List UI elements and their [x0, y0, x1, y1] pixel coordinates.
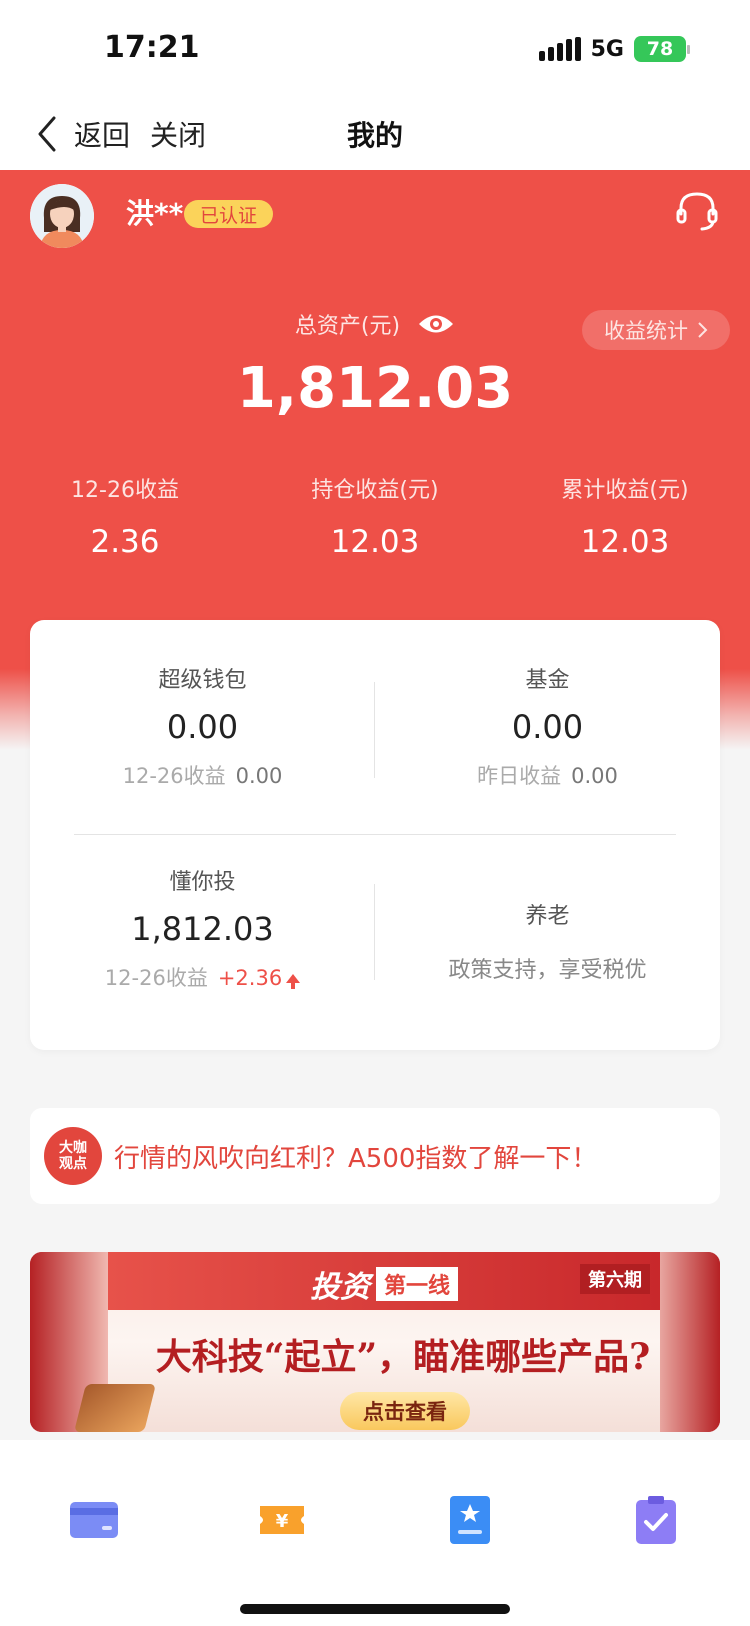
- cell-value: 1,812.03: [131, 910, 274, 948]
- cell-title: 超级钱包: [158, 668, 247, 693]
- cell-title: 懂你投: [169, 870, 236, 895]
- banner-issue: 第六期: [580, 1264, 650, 1294]
- news-bar[interactable]: 大咖 观点 行情的风吹向红利？A500指数了解一下！: [30, 1108, 720, 1204]
- clipboard-check-icon[interactable]: [626, 1490, 686, 1550]
- badge-line: 观点: [59, 1156, 87, 1172]
- verified-badge: 已认证: [184, 200, 274, 228]
- cell-value: 0.00: [511, 708, 584, 746]
- cell-sub-value: 0.00: [571, 764, 618, 788]
- earnings-summary: 12-26收益 2.36 持仓收益(元) 12.03 累计收益(元) 12.03: [0, 472, 750, 560]
- battery-icon: 78: [634, 36, 690, 62]
- pension-cell[interactable]: 养老 政策支持，享受税优: [375, 898, 720, 984]
- coupon-icon[interactable]: ¥: [252, 1490, 312, 1550]
- battery-level: 78: [646, 38, 674, 60]
- summary-label: 持仓收益(元): [311, 478, 439, 503]
- nav-bar: 返回 关闭 我的: [0, 96, 750, 170]
- home-indicator: [240, 1604, 510, 1614]
- summary-value: 2.36: [90, 524, 160, 560]
- avatar[interactable]: [30, 184, 94, 248]
- income-stats-label: 收益统计: [604, 319, 688, 343]
- summary-label: 累计收益(元): [561, 478, 689, 503]
- banner-cta-button[interactable]: 点击查看: [340, 1392, 470, 1430]
- cell-sub-label: 12-26收益: [104, 966, 208, 990]
- pension-desc: 政策支持，享受税优: [448, 958, 647, 983]
- page-title: 我的: [346, 119, 403, 152]
- network-type: 5G: [590, 36, 624, 62]
- banner-brand: 投资: [309, 1270, 370, 1305]
- summary-value: 12.03: [580, 524, 670, 560]
- status-time: 17:21: [104, 30, 200, 65]
- summary-cumulative-earnings[interactable]: 累计收益(元) 12.03: [500, 472, 750, 560]
- signal-icon: [538, 37, 581, 61]
- summary-value: 12.03: [330, 524, 420, 560]
- status-indicators: 5G 78: [538, 36, 690, 62]
- cell-value: 0.00: [166, 708, 239, 746]
- divider: [74, 834, 676, 835]
- shortcut-area: ¥: [0, 1440, 750, 1626]
- cell-sub: 12-26收益 0.00: [30, 760, 375, 790]
- promo-banner[interactable]: 投资 第一线 第六期 大科技“起立”，瞄准哪些产品? 点击查看: [30, 1252, 720, 1432]
- profile-certificate-icon[interactable]: [440, 1490, 500, 1550]
- cell-sub-label: 昨日收益: [477, 764, 562, 788]
- dongnitou-cell[interactable]: 懂你投 1,812.03 12-26收益 +2.36: [30, 864, 375, 992]
- headset-icon[interactable]: [674, 188, 720, 234]
- cell-title: 养老: [525, 904, 570, 929]
- cell-sub-value: +2.36: [217, 966, 283, 990]
- cell-sub: 12-26收益 +2.36: [30, 962, 375, 992]
- super-wallet-cell[interactable]: 超级钱包 0.00 12-26收益 0.00: [30, 662, 375, 790]
- banner-brand-tag: 第一线: [375, 1267, 458, 1301]
- svg-text:¥: ¥: [276, 1511, 289, 1532]
- total-assets-label: 总资产(元): [294, 314, 401, 339]
- income-stats-button[interactable]: 收益统计: [582, 310, 730, 350]
- user-avatar-icon: [30, 184, 94, 248]
- expert-view-badge-icon: 大咖 观点: [44, 1127, 102, 1185]
- eye-icon[interactable]: [417, 311, 455, 337]
- cell-sub-label: 12-26收益: [122, 764, 226, 788]
- fund-cell[interactable]: 基金 0.00 昨日收益 0.00: [375, 662, 720, 790]
- badge-line: 大咖: [59, 1140, 87, 1156]
- banner-header: 投资 第一线: [108, 1262, 660, 1306]
- cell-sub: 昨日收益 0.00: [375, 760, 720, 790]
- cell-title: 基金: [525, 668, 570, 693]
- arrow-up-icon: [286, 974, 301, 989]
- cell-sub-value: 0.00: [235, 764, 283, 788]
- news-text: 行情的风吹向红利？A500指数了解一下！: [114, 1143, 598, 1174]
- asset-card: 超级钱包 0.00 12-26收益 0.00 基金 0.00 昨日收益 0.00 懂…: [30, 620, 720, 1050]
- chip-illustration-icon: [74, 1384, 156, 1432]
- summary-label: 12-26收益: [71, 478, 179, 503]
- summary-holding-earnings[interactable]: 持仓收益(元) 12.03: [250, 472, 500, 560]
- summary-daily-earnings[interactable]: 12-26收益 2.36: [0, 472, 250, 560]
- total-assets-value: 1,812.03: [236, 356, 514, 421]
- username: 洪**: [126, 197, 184, 230]
- banner-headline: 大科技“起立”，瞄准哪些产品?: [155, 1336, 651, 1378]
- status-bar: 17:21 5G 78: [0, 0, 750, 96]
- chevron-right-icon: [698, 322, 708, 338]
- card-icon[interactable]: [64, 1490, 124, 1550]
